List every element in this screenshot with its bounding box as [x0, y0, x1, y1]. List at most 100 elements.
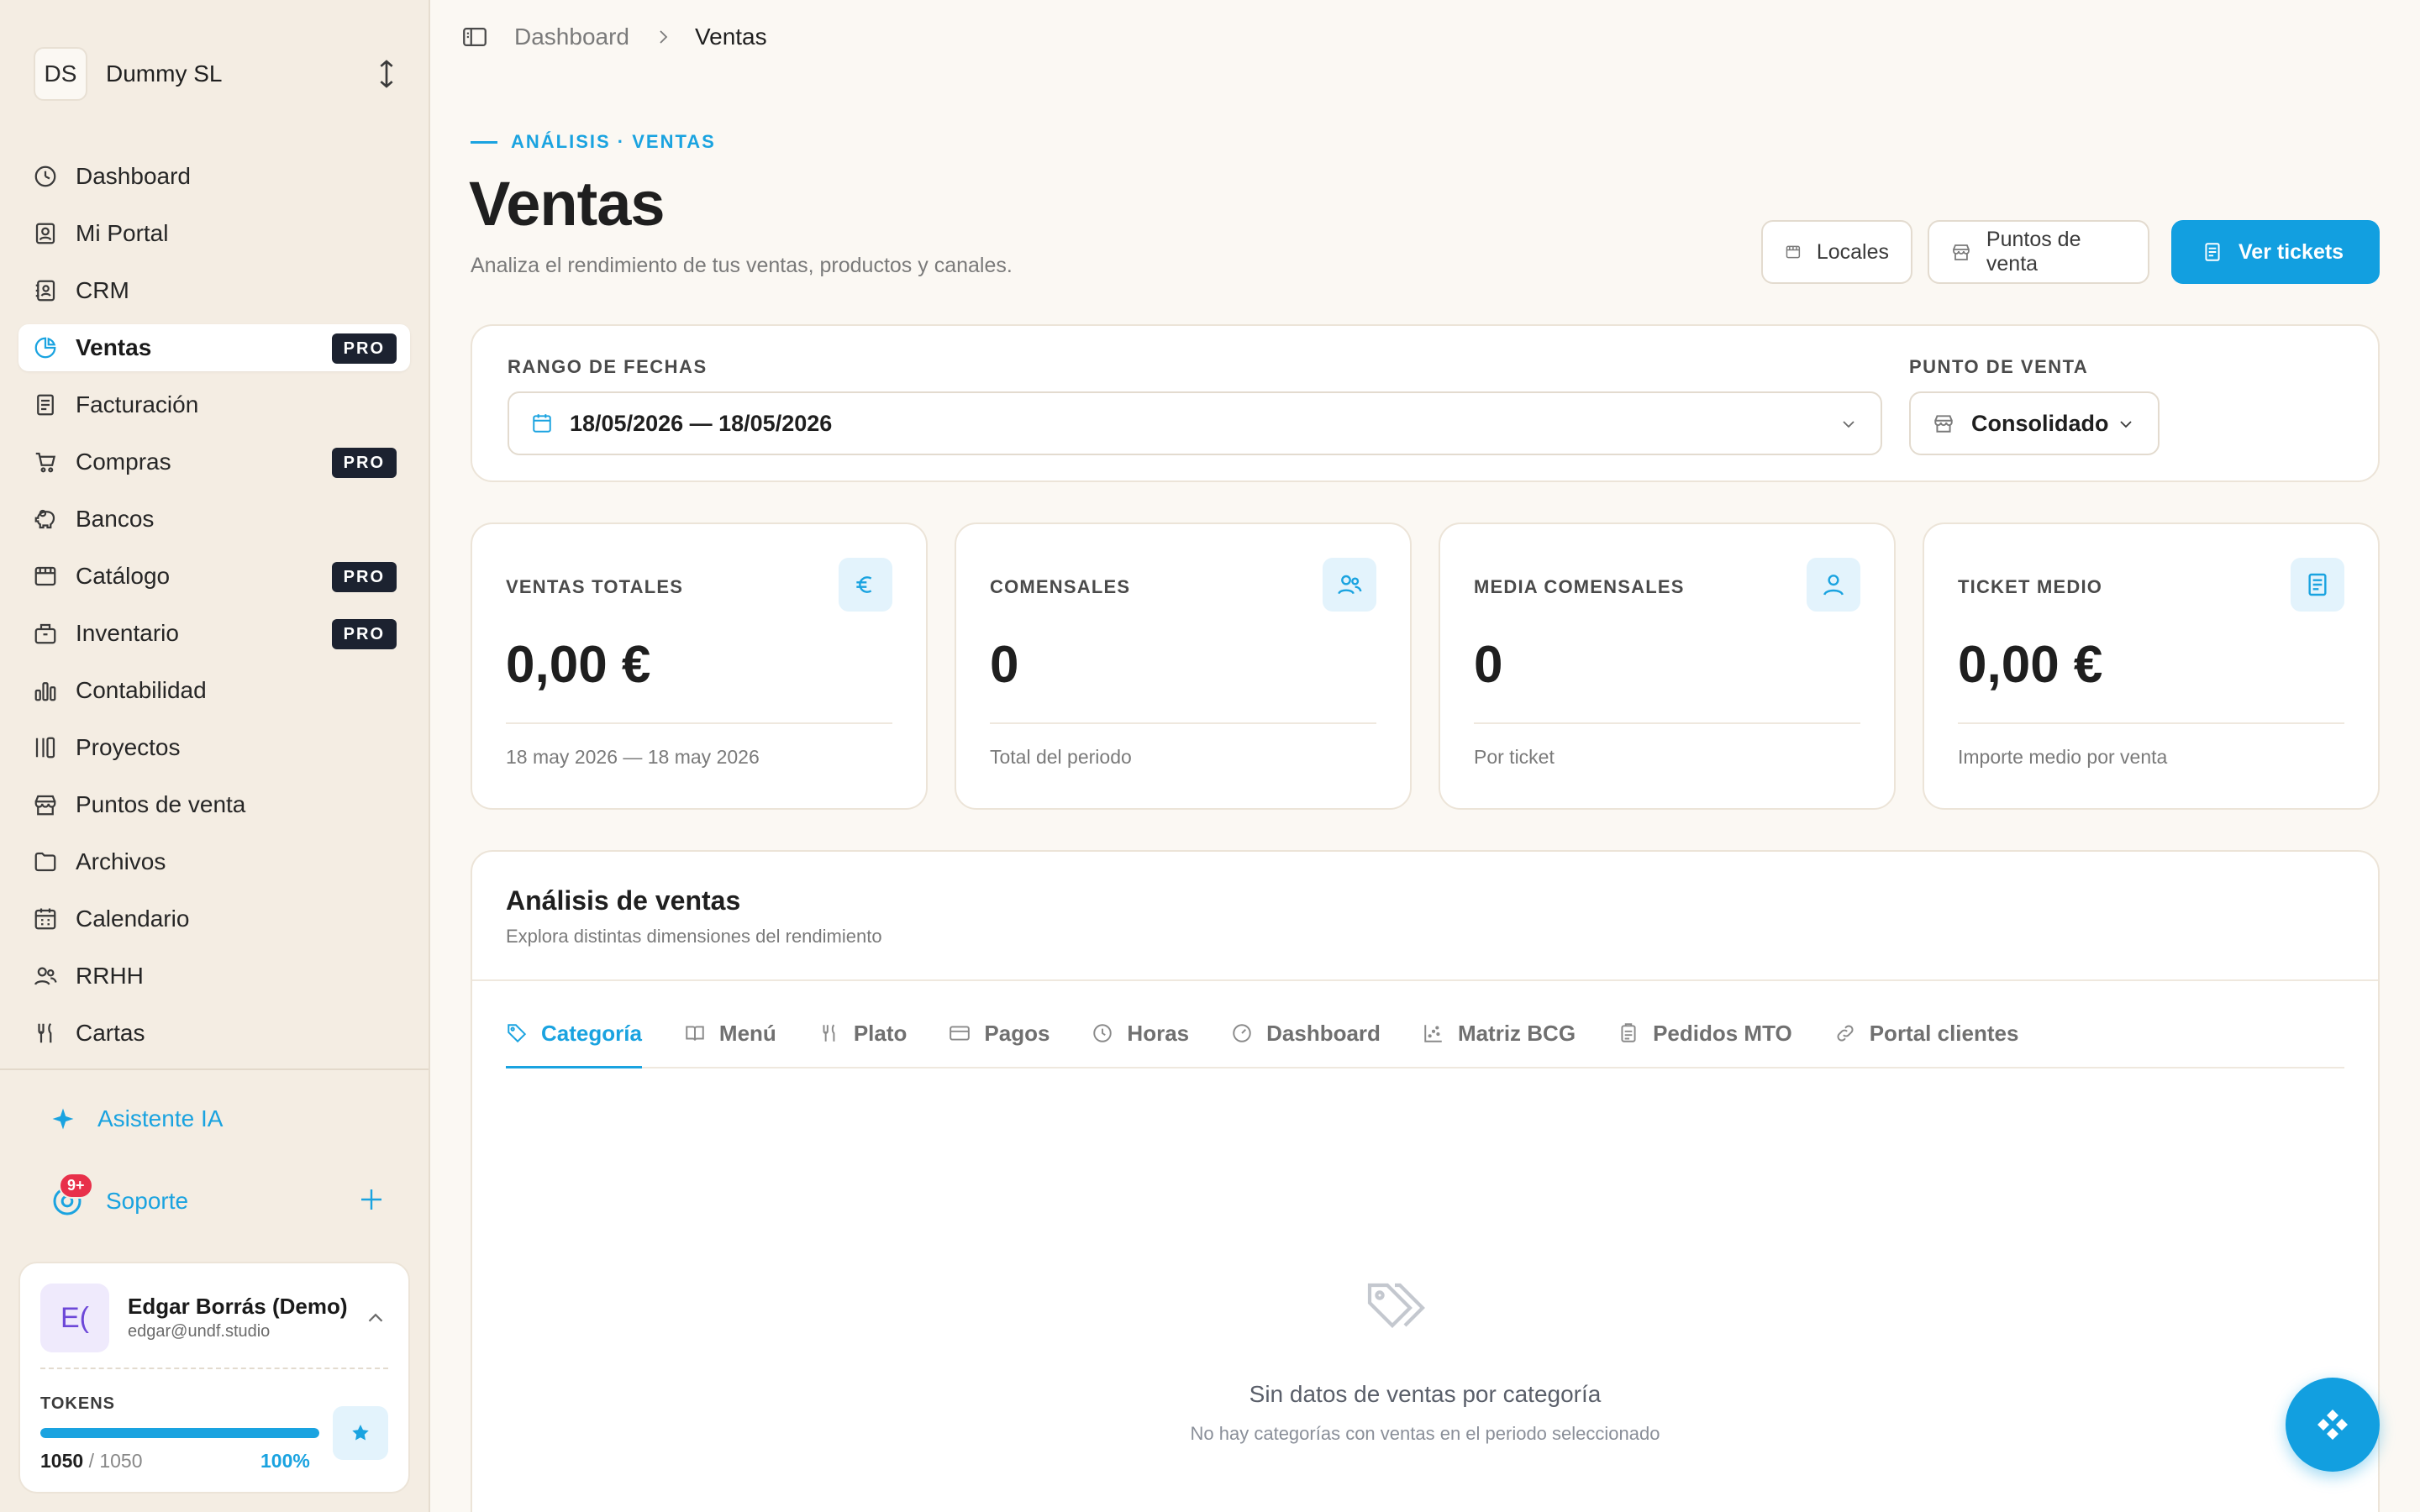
- user-card[interactable]: E( Edgar Borrás (Demo) edgar@undf.studio…: [18, 1262, 410, 1494]
- stat-card-media-comensales: MEDIA COMENSALES 0 Por ticket: [1439, 522, 1896, 810]
- ai-assistant-fab[interactable]: [2286, 1378, 2380, 1472]
- support-label: Soporte: [106, 1188, 189, 1214]
- sidebar-item-cartas[interactable]: Cartas: [18, 1010, 410, 1057]
- euro-icon: [839, 558, 892, 612]
- page-eyebrow: ANÁLISIS · VENTAS: [471, 131, 716, 153]
- pos-value: Consolidado: [1971, 410, 2109, 436]
- puntos-de-venta-button[interactable]: Puntos de venta: [1928, 220, 2149, 284]
- calendar-icon: [32, 906, 59, 932]
- sidebar-item-bancos[interactable]: Bancos: [18, 496, 410, 543]
- sidebar-item-label: Mi Portal: [76, 220, 169, 246]
- pro-badge: PRO: [331, 333, 397, 364]
- gauge-icon: [1233, 1024, 1251, 1042]
- sidebar-item-contabilidad[interactable]: Contabilidad: [18, 667, 410, 714]
- analysis-divider: [472, 979, 2378, 981]
- updown-arrows-icon[interactable]: [370, 57, 403, 91]
- inventory-icon: [32, 620, 59, 647]
- breadcrumb-root[interactable]: Dashboard: [514, 24, 629, 50]
- tab-portal-clientes[interactable]: Portal clientes: [1834, 1000, 2018, 1067]
- sidebar-item-calendario[interactable]: Calendario: [18, 895, 410, 942]
- date-range-value: 18/05/2026 — 18/05/2026: [570, 410, 833, 436]
- utensils-icon: [823, 1024, 835, 1042]
- sidebar-item-label: CRM: [76, 277, 129, 303]
- stat-card-ticket-medio: TICKET MEDIO 0,00 € Importe medio por ve…: [1923, 522, 2380, 810]
- analysis-tabs: Categoría Menú Plato Pagos Horas Dashboa…: [506, 1000, 2344, 1068]
- sidebar-item-inventario[interactable]: Inventario PRO: [18, 610, 410, 657]
- sidebar-item-rrhh[interactable]: RRHH: [18, 953, 410, 1000]
- pro-badge: PRO: [331, 448, 397, 478]
- sidebar-item-label: Compras: [76, 449, 171, 475]
- sidebar-item-catalogo[interactable]: Catálogo PRO: [18, 553, 410, 600]
- sidebar-item-label: Inventario: [76, 620, 179, 646]
- sidebar-item-mi-portal[interactable]: Mi Portal: [18, 210, 410, 257]
- sidebar-item-label: Puntos de venta: [76, 791, 246, 817]
- sidebar-item-dashboard[interactable]: Dashboard: [18, 153, 410, 200]
- tab-menu[interactable]: Menú: [684, 1000, 776, 1067]
- user-card-divider: [40, 1368, 388, 1369]
- analysis-title: Análisis de ventas: [506, 885, 741, 916]
- pos-select[interactable]: Consolidado: [1909, 391, 2160, 455]
- tab-categoria[interactable]: Categoría: [506, 1000, 642, 1068]
- chevron-down-icon: [2120, 421, 2132, 428]
- stat-label: TICKET MEDIO: [1958, 576, 2103, 597]
- stat-value: 0,00 €: [1958, 636, 2103, 694]
- date-range-picker[interactable]: 18/05/2026 — 18/05/2026: [508, 391, 1882, 455]
- ai-assistant-link[interactable]: Asistente IA: [50, 1102, 223, 1136]
- tab-pagos[interactable]: Pagos: [949, 1000, 1050, 1067]
- tab-plato[interactable]: Plato: [818, 1000, 907, 1067]
- sidebar-item-ventas[interactable]: Ventas PRO: [18, 324, 410, 371]
- store-icon: [1934, 415, 1953, 433]
- buy-tokens-button[interactable]: [333, 1406, 388, 1460]
- sidebar-divider: [0, 1068, 429, 1070]
- sidebar-item-puntos-de-venta[interactable]: Puntos de venta: [18, 781, 410, 828]
- sparkle-icon: [52, 1108, 74, 1130]
- receipt-icon: [2291, 558, 2344, 612]
- sidebar-item-label: RRHH: [76, 963, 144, 989]
- ver-tickets-button[interactable]: Ver tickets: [2171, 220, 2380, 284]
- sidebar-item-compras[interactable]: Compras PRO: [18, 438, 410, 486]
- sidebar: DS Dummy SL Dashboard Mi Portal CRM Vent…: [0, 0, 430, 1512]
- tokens-label: TOKENS: [40, 1394, 115, 1413]
- stat-label: MEDIA COMENSALES: [1474, 576, 1685, 597]
- chevron-up-icon[interactable]: [363, 1305, 388, 1331]
- locales-button[interactable]: Locales: [1761, 220, 1912, 284]
- sparkle-star-icon: [352, 1425, 369, 1441]
- tags-icon: [1367, 1283, 1425, 1328]
- stat-card-ventas-totales: VENTAS TOTALES 0,00 € 18 may 2026 — 18 m…: [471, 522, 928, 810]
- sidebar-item-label: Archivos: [76, 848, 166, 874]
- sidebar-item-archivos[interactable]: Archivos: [18, 838, 410, 885]
- calendar-icon: [533, 414, 551, 433]
- chevron-down-icon: [1843, 421, 1854, 428]
- tab-matriz-bcg[interactable]: Matriz BCG: [1423, 1000, 1576, 1067]
- analysis-card: Análisis de ventas Explora distintas dim…: [471, 850, 2380, 1512]
- stat-value: 0: [1474, 636, 1503, 694]
- tab-dashboard[interactable]: Dashboard: [1231, 1000, 1381, 1067]
- empty-state-subtitle: No hay categorías con ventas en el perio…: [1190, 1423, 1660, 1444]
- people-icon: [1323, 558, 1376, 612]
- sidebar-nav: Dashboard Mi Portal CRM Ventas PRO Factu…: [18, 153, 410, 1067]
- tab-horas[interactable]: Horas: [1092, 1000, 1189, 1067]
- sidebar-item-facturacion[interactable]: Facturación: [18, 381, 410, 428]
- stat-divider: [1474, 722, 1860, 724]
- plus-icon[interactable]: [356, 1184, 387, 1215]
- stat-card-comensales: COMENSALES 0 Total del periodo: [955, 522, 1412, 810]
- chevron-right-icon: [660, 30, 668, 44]
- piggy-bank-icon: [32, 506, 59, 533]
- clipboard-icon: [1621, 1023, 1636, 1042]
- org-switcher[interactable]: DS Dummy SL: [34, 45, 403, 102]
- support-icon: 9+: [50, 1173, 93, 1218]
- sidebar-item-proyectos[interactable]: Proyectos: [18, 724, 410, 771]
- user-avatar: E(: [40, 1284, 109, 1352]
- sidebar-item-label: Cartas: [76, 1020, 145, 1046]
- invoice-icon: [32, 391, 59, 418]
- sidebar-item-label: Dashboard: [76, 163, 191, 189]
- support-link[interactable]: 9+ Soporte: [50, 1173, 387, 1221]
- contacts-icon: [32, 277, 59, 304]
- sidebar-toggle-icon[interactable]: [460, 23, 489, 51]
- receipt-icon: [2205, 243, 2220, 261]
- sidebar-item-crm[interactable]: CRM: [18, 267, 410, 314]
- tab-pedidos-mto[interactable]: Pedidos MTO: [1618, 1000, 1792, 1067]
- scatter-chart-icon: [1424, 1025, 1442, 1042]
- sidebar-item-label: Catálogo: [76, 563, 171, 589]
- cart-icon: [32, 449, 59, 475]
